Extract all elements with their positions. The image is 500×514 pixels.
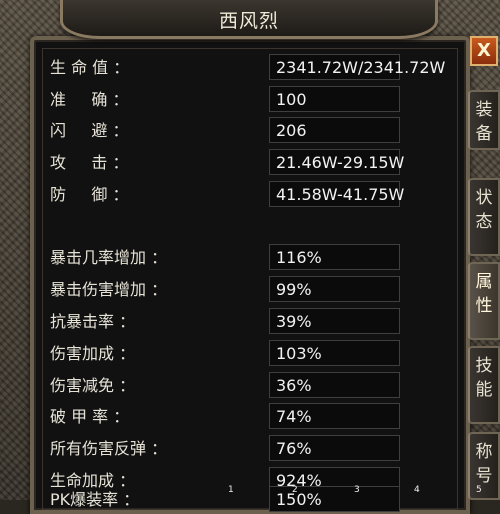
attr-label: 攻 击 ：: [50, 153, 129, 172]
attr-label: 暴击几率增加 ：: [50, 248, 168, 267]
hotkey-number: 4: [414, 485, 420, 495]
hotkey-number: 1: [228, 485, 234, 495]
attr-label: 所有伤害反弹 ：: [50, 439, 168, 458]
tab-skills[interactable]: 技 能: [468, 346, 500, 424]
attr-label: 防 御 ：: [50, 185, 129, 204]
attr-label: PK爆装率 ：: [50, 490, 140, 509]
attr-label: 破 甲 率 ：: [50, 407, 130, 426]
tab-equipment[interactable]: 装 备: [468, 90, 500, 150]
attr-label: 准 确 ：: [50, 90, 129, 109]
tab-char: 备: [475, 124, 493, 144]
attr-value: 2341.72W/2341.72W: [269, 54, 445, 80]
tab-char: 性: [475, 296, 493, 316]
close-button[interactable]: X: [470, 36, 498, 66]
attr-value: 74%: [269, 403, 400, 429]
tab-title[interactable]: 称 号: [468, 432, 500, 500]
attr-label: 生 命 值 ：: [50, 58, 130, 77]
attr-row-hp: 生 命 值 ： 2341.72W/2341.72W: [50, 54, 445, 82]
tab-attributes[interactable]: 属 性: [468, 262, 500, 340]
tab-char: 能: [475, 380, 493, 400]
tab-char: 装: [475, 100, 493, 120]
attr-value: 99%: [269, 276, 400, 302]
tab-char: 称: [475, 442, 493, 462]
attr-row-accuracy: 准 确 ： 100: [50, 86, 410, 114]
attr-label: 闪 避 ：: [50, 121, 129, 140]
title-header: 西风烈: [60, 0, 438, 39]
hotkey-number: 2: [292, 485, 298, 495]
attr-row-crit-rate: 暴击几率增加 ： 116%: [50, 244, 410, 272]
tab-char: 技: [475, 356, 493, 376]
attr-value: 41.58W-41.75W: [269, 181, 404, 207]
close-icon: X: [477, 40, 491, 61]
hotkey-number: 5: [476, 485, 482, 495]
attr-value: 103%: [269, 340, 400, 366]
tab-char: 属: [475, 272, 493, 292]
tab-status[interactable]: 状 态: [468, 178, 500, 256]
attr-value: 36%: [269, 372, 400, 398]
attr-value: 39%: [269, 308, 400, 334]
attr-value: 206: [269, 117, 400, 143]
attr-row-crit-resist: 抗暴击率 ： 39%: [50, 308, 410, 336]
attr-row-attack: 攻 击 ： 21.46W-29.15W: [50, 149, 410, 177]
attr-row-crit-damage: 暴击伤害增加 ： 99%: [50, 276, 410, 304]
attr-value: 100: [269, 86, 400, 112]
tab-char: 号: [475, 466, 493, 486]
attr-value: 21.46W-29.15W: [269, 149, 404, 175]
attr-label: 伤害加成 ：: [50, 344, 136, 363]
tab-char: 状: [475, 188, 493, 208]
hotkey-number: 3: [354, 485, 360, 495]
attr-value: 150%: [269, 486, 400, 512]
attr-row-armor-pen: 破 甲 率 ： 74%: [50, 403, 410, 431]
attr-label: 暴击伤害增加 ：: [50, 280, 168, 299]
tab-char: 态: [475, 212, 493, 232]
attr-value: 116%: [269, 244, 400, 270]
attr-row-defense: 防 御 ： 41.58W-41.75W: [50, 181, 410, 209]
attr-row-damage-bonus: 伤害加成 ： 103%: [50, 340, 410, 368]
attr-row-reflect: 所有伤害反弹 ： 76%: [50, 435, 410, 463]
attr-row-dodge: 闪 避 ： 206: [50, 117, 410, 145]
attr-value: 76%: [269, 435, 400, 461]
attr-label: 伤害减免 ：: [50, 376, 136, 395]
window-title: 西风烈: [218, 10, 279, 32]
attr-label: 抗暴击率 ：: [50, 312, 136, 331]
attr-row-damage-reduction: 伤害减免 ： 36%: [50, 372, 410, 400]
